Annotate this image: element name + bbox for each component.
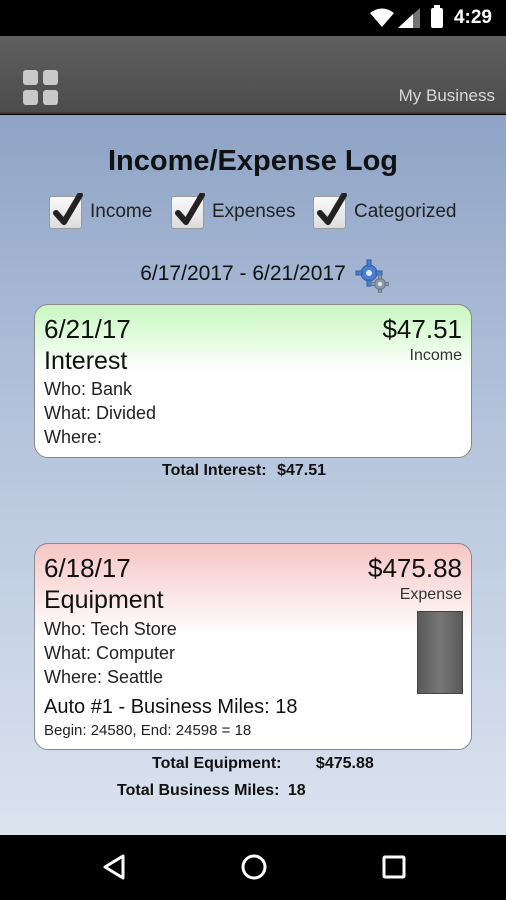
entry-who: Who: Tech Store <box>44 619 177 639</box>
date-range[interactable]: 6/17/2017 - 6/21/2017 <box>0 262 506 286</box>
recents-icon[interactable] <box>381 853 407 881</box>
entry-amount: $475.88 <box>368 553 462 583</box>
filter-expenses[interactable]: Expenses <box>171 192 296 229</box>
entry-odometer: Begin: 24580, End: 24598 = 18 <box>44 722 252 739</box>
total-miles-value: 18 <box>287 782 306 799</box>
business-name[interactable]: My Business <box>399 86 495 106</box>
cell-signal-icon <box>398 8 420 28</box>
page-title: Income/Expense Log <box>107 145 399 177</box>
entry-kind: Expense <box>399 586 462 603</box>
total-equipment: Total Equipment: $475.88 <box>152 755 374 773</box>
check-icon <box>53 192 83 225</box>
navigation-bar <box>0 835 506 900</box>
entry-card-expense[interactable]: 6/18/17 $475.88 Expense Equipment Who: T… <box>34 543 472 750</box>
entry-category: Equipment <box>44 586 164 614</box>
entry-amount: $47.51 <box>382 314 462 344</box>
gear-icon[interactable] <box>355 259 389 293</box>
entry-what: What: Computer <box>44 643 176 663</box>
receipt-thumbnail[interactable] <box>417 611 463 694</box>
date-range-text: 6/17/2017 - 6/21/2017 <box>140 262 346 285</box>
entry-where: Where: Seattle <box>44 667 164 687</box>
wifi-icon <box>370 8 394 27</box>
total-business-miles: Total Business Miles: 18 <box>117 782 306 800</box>
income-label: Income <box>90 201 153 222</box>
entry-who: Who: Bank <box>44 379 133 399</box>
total-miles-label: Total Business Miles: <box>117 782 280 799</box>
filter-income[interactable]: Income <box>49 192 153 229</box>
entry-date: 6/21/17 <box>44 314 131 344</box>
filter-categorized[interactable]: Categorized <box>313 192 457 229</box>
app-bar: My Business <box>0 36 506 114</box>
total-interest: Total Interest: $47.51 <box>162 462 326 480</box>
expenses-checkbox[interactable] <box>171 192 205 229</box>
entry-auto-miles: Auto #1 - Business Miles: 18 <box>44 696 298 718</box>
home-icon[interactable] <box>240 853 268 881</box>
entry-date: 6/18/17 <box>44 553 131 583</box>
check-icon <box>175 192 205 225</box>
expenses-label: Expenses <box>212 201 296 222</box>
entry-kind: Income <box>409 347 462 364</box>
grid-menu-icon[interactable] <box>23 70 58 105</box>
back-icon[interactable] <box>101 853 127 881</box>
status-bar: 4:29 <box>0 0 506 36</box>
income-checkbox[interactable] <box>49 192 83 229</box>
categorized-label: Categorized <box>354 201 457 222</box>
entry-where: Where: <box>44 427 103 447</box>
total-interest-value: $47.51 <box>277 462 326 479</box>
log-content: Income/Expense Log Income Expenses Categ… <box>0 115 506 835</box>
battery-icon <box>431 5 443 28</box>
check-icon <box>317 192 347 225</box>
total-equipment-label: Total Equipment: <box>152 755 282 772</box>
categorized-checkbox[interactable] <box>313 192 347 229</box>
entry-what: What: Divided <box>44 403 157 423</box>
entry-card-income[interactable]: 6/21/17 $47.51 Income Interest Who: Bank… <box>34 304 472 458</box>
entry-category: Interest <box>44 347 128 375</box>
total-interest-label: Total Interest: <box>162 462 267 479</box>
total-equipment-value: $475.88 <box>315 755 374 772</box>
clock: 4:29 <box>453 7 492 28</box>
